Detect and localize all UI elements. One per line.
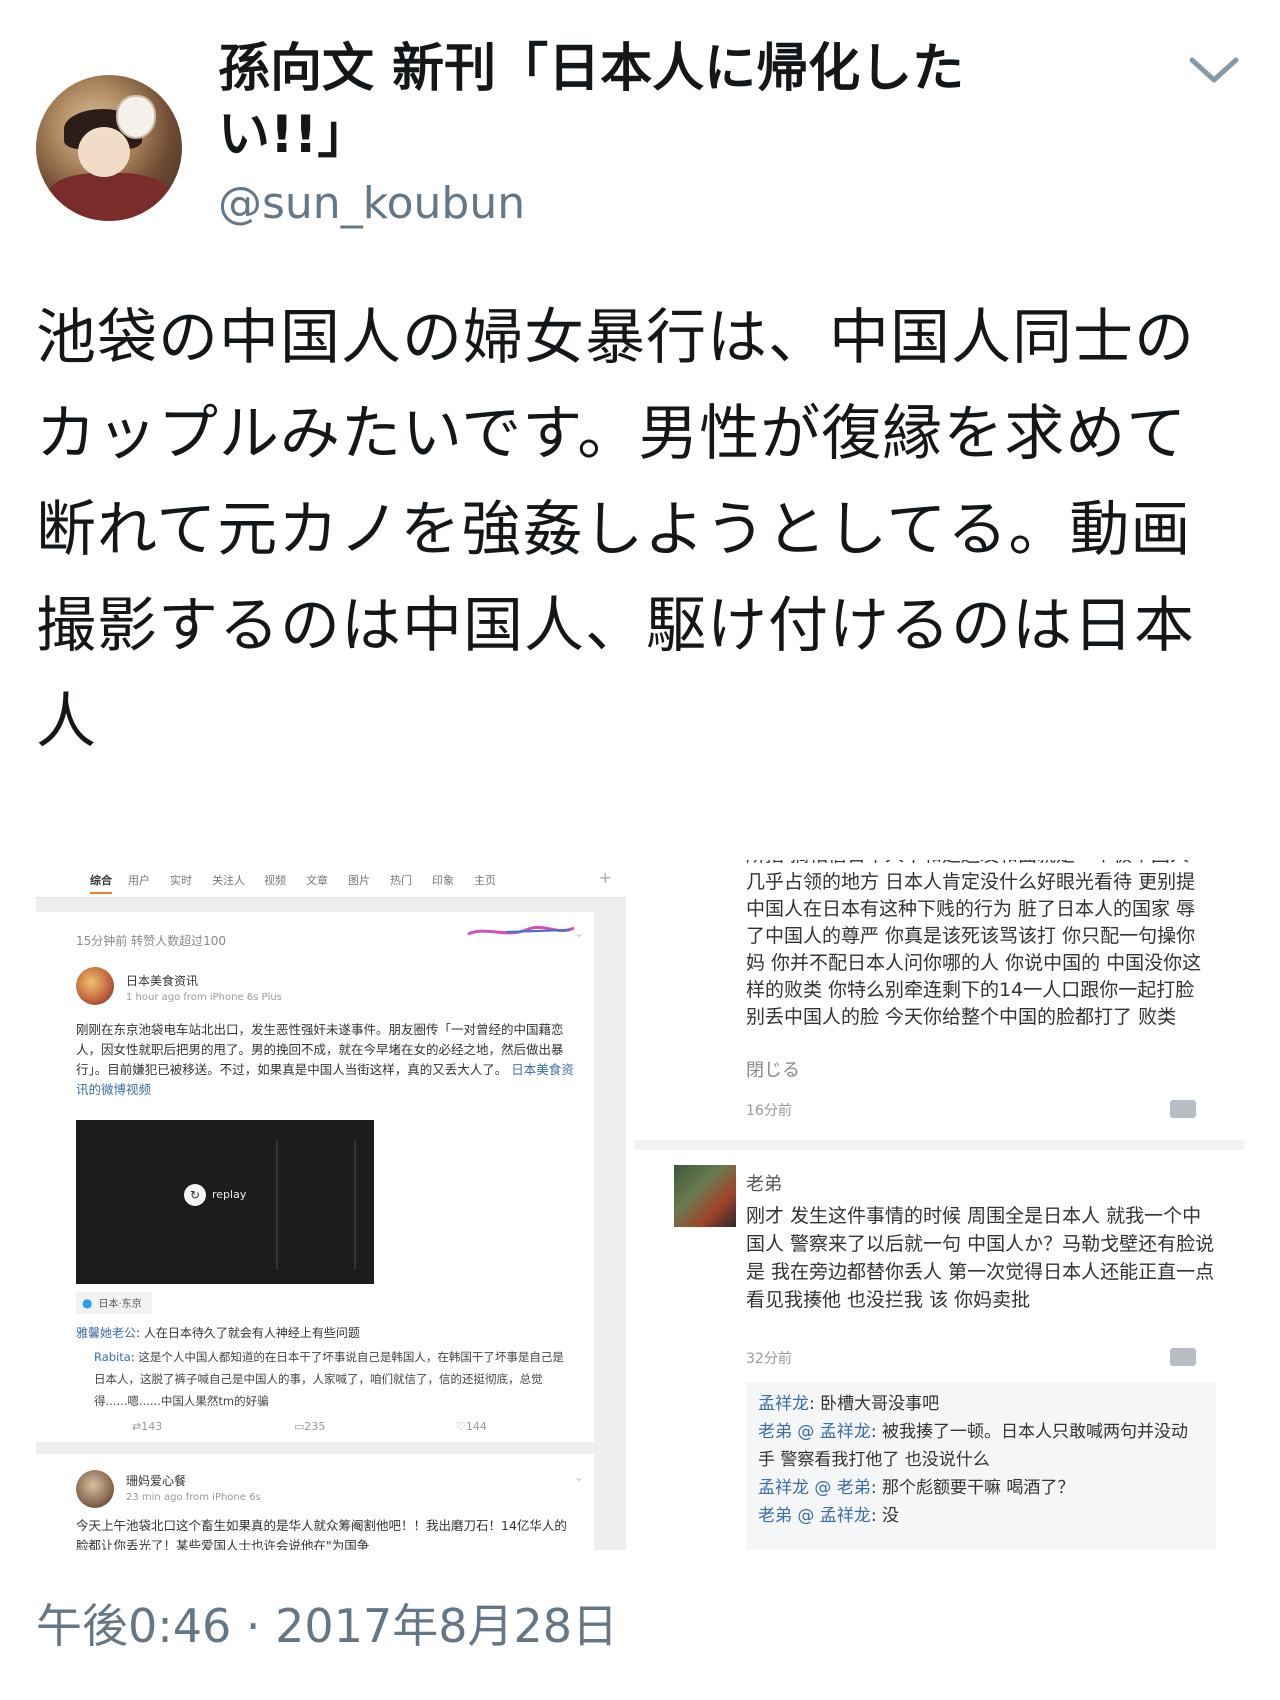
display-name[interactable]: 孫向文 新刊「日本人に帰化したい!!」 <box>218 36 1018 168</box>
weibo-tab: 印象 <box>432 874 454 887</box>
weibo-tab: 主页 <box>474 874 496 887</box>
weibo-user-avatar <box>76 1470 114 1508</box>
location-pin-icon: ● <box>82 1296 93 1310</box>
weibo-tab: 热门 <box>390 874 412 887</box>
replay-icon: ↻ <box>184 1184 206 1206</box>
comment-time: 16分前 <box>746 1103 792 1119</box>
weibo-post-card: 15分钟前 转赞人数超过100 ⌄ 日本美食资讯 1 hour ago from… <box>36 912 594 1442</box>
weibo-tab: 关注人 <box>212 874 245 887</box>
media-image-weibo[interactable]: 综合 用户 实时 关注人 视频 文章 图片 热门 印象 主页 + 15分钟前 转… <box>36 860 626 1550</box>
reply-text: : 没 <box>870 1506 899 1526</box>
weibo-post-card: 珊妈爱心餐 23 min ago from iPhone 6s ⌄ 今天上午池袋… <box>36 1454 594 1550</box>
reply-item: 孟祥龙 @ 老弟: 那个彪额要干嘛 喝酒了？ <box>758 1474 1204 1502</box>
tweet-text: 池袋の中国人の婦女暴行は、中国人同士のカップルみたいです。男性が復縁を求めて断れ… <box>36 303 1195 757</box>
media-image-comments[interactable]: 所指 搞相信日本人不和廷还发和曲就是一个极个国人几乎占领的地方 日本人肯定没什么… <box>634 860 1244 1550</box>
video-railing <box>276 1140 356 1270</box>
weibo-comment: Rabita: 这是个人中国人都知道的在日本干了坏事说自己是韩国人，在韩国干了坏… <box>94 1346 574 1412</box>
replay-button: ↻ replay <box>184 1184 246 1206</box>
comment-text: : 人在日本待久了就会有人神经上有些问题 <box>136 1326 360 1340</box>
chevron-down-icon: ⌄ <box>573 1470 584 1484</box>
chevron-down-icon: ⌄ <box>573 926 584 940</box>
reply-user: 老弟 @ 孟祥龙 <box>758 1506 871 1526</box>
weibo-username: 珊妈爱心餐 <box>126 1474 187 1488</box>
scribble-mark <box>467 925 575 936</box>
weibo-tab: 用户 <box>128 874 150 887</box>
comment-text: : 这是个人中国人都知道的在日本干了坏事说自己是韩国人，在韩国干了坏事是自己是日… <box>94 1350 564 1408</box>
reply-text: : 卧槽大哥没事吧 <box>809 1394 940 1414</box>
weibo-post-body: 刚刚在东京池袋电车站北出口，发生恶性强奸未遂事件。朋友圈传「一对曾经的中国藉恋人… <box>76 1022 564 1077</box>
reply-thread: 孟祥龙: 卧槽大哥没事吧 老弟 @ 孟祥龙: 被我揍了一顿。日本人只敢喊两句并没… <box>746 1382 1216 1550</box>
reply-icon <box>1170 1100 1196 1118</box>
avatar-fox-mask <box>116 95 156 139</box>
weibo-comment: 雅馨她老公: 人在日本待久了就会有人神经上有些问题 <box>76 1324 576 1341</box>
reply-text: : 那个彪额要干嘛 喝酒了？ <box>870 1478 1075 1498</box>
reply-user: 老弟 @ 孟祥龙 <box>758 1422 871 1442</box>
reply-user: 孟祥龙 <box>758 1394 809 1414</box>
weibo-tab: 文章 <box>306 874 328 887</box>
reply-item: 老弟 @ 孟祥龙: 没 <box>758 1502 1204 1530</box>
reply-user: 孟祥龙 @ 老弟 <box>758 1478 871 1498</box>
comment-user: 雅馨她老公 <box>76 1326 137 1340</box>
comment-user: Rabita <box>94 1350 131 1364</box>
repost-count: ⇄ 143 <box>132 1420 163 1433</box>
tweet-timestamp[interactable]: 午後0:46 · 2017年8月28日 <box>36 1590 618 1656</box>
avatar-robe <box>46 173 172 221</box>
reply-icon <box>1170 1348 1196 1366</box>
weibo-tab-plus: + <box>598 868 612 887</box>
weibo-tab: 实时 <box>170 874 192 887</box>
location-label: 日本·东京 <box>98 1299 142 1310</box>
replay-label: replay <box>212 1188 247 1201</box>
close-link: 閉じる <box>746 1060 800 1081</box>
divider <box>634 1140 1244 1150</box>
user-handle[interactable]: @sun_koubun <box>218 178 525 229</box>
chevron-down-icon[interactable] <box>1184 50 1244 90</box>
comment-text: 所指 搞相信日本人不和廷还发和曲就是一个极个国人几乎占领的地方 日本人肯定没什么… <box>746 860 1202 1028</box>
weibo-post-meta: 1 hour ago from iPhone 6s Plus <box>126 992 282 1003</box>
avatar-face <box>78 127 130 177</box>
commenter-name: 老弟 <box>746 1174 782 1195</box>
weibo-tab: 综合 <box>90 872 112 894</box>
weibo-username: 日本美食资讯 <box>126 974 199 988</box>
weibo-tab: 视频 <box>264 874 286 887</box>
weibo-video-thumbnail: ↻ replay <box>76 1120 374 1284</box>
weibo-tab: 图片 <box>348 874 370 887</box>
weibo-user-avatar <box>76 967 114 1005</box>
comment-text: 刚才 发生这件事情的时候 周围全是日本人 就我一个中国人 警察来了以后就一句 中… <box>746 1205 1215 1311</box>
reply-item: 孟祥龙: 卧槽大哥没事吧 <box>758 1390 1204 1418</box>
comment-time: 32分前 <box>746 1351 792 1367</box>
weibo-location-tag: ● 日本·东京 <box>76 1292 152 1314</box>
weibo-post-text: 今天上午池袋北口这个畜生如果真的是华人就众筹阉割他吧！！我出磨刀石！14亿华人的… <box>76 1518 567 1550</box>
weibo-tab-bar: 综合 用户 实时 关注人 视频 文章 图片 热门 印象 主页 + <box>36 860 626 898</box>
weibo-hot-line: 15分钟前 转赞人数超过100 <box>76 934 226 948</box>
weibo-post-text: 刚刚在东京池袋电车站北出口，发生恶性强奸未遂事件。朋友圈传「一对曾经的中国藉恋人… <box>76 1020 576 1100</box>
like-count: ♡ 144 <box>456 1420 487 1433</box>
profile-avatar[interactable] <box>36 75 182 221</box>
comment-count: ▭ 235 <box>294 1420 326 1433</box>
reply-item: 老弟 @ 孟祥龙: 被我揍了一顿。日本人只敢喊两句并没动手 警察看我打他了 也没… <box>758 1418 1204 1474</box>
commenter-avatar <box>674 1165 736 1227</box>
weibo-post-meta: 23 min ago from iPhone 6s <box>126 1492 261 1503</box>
